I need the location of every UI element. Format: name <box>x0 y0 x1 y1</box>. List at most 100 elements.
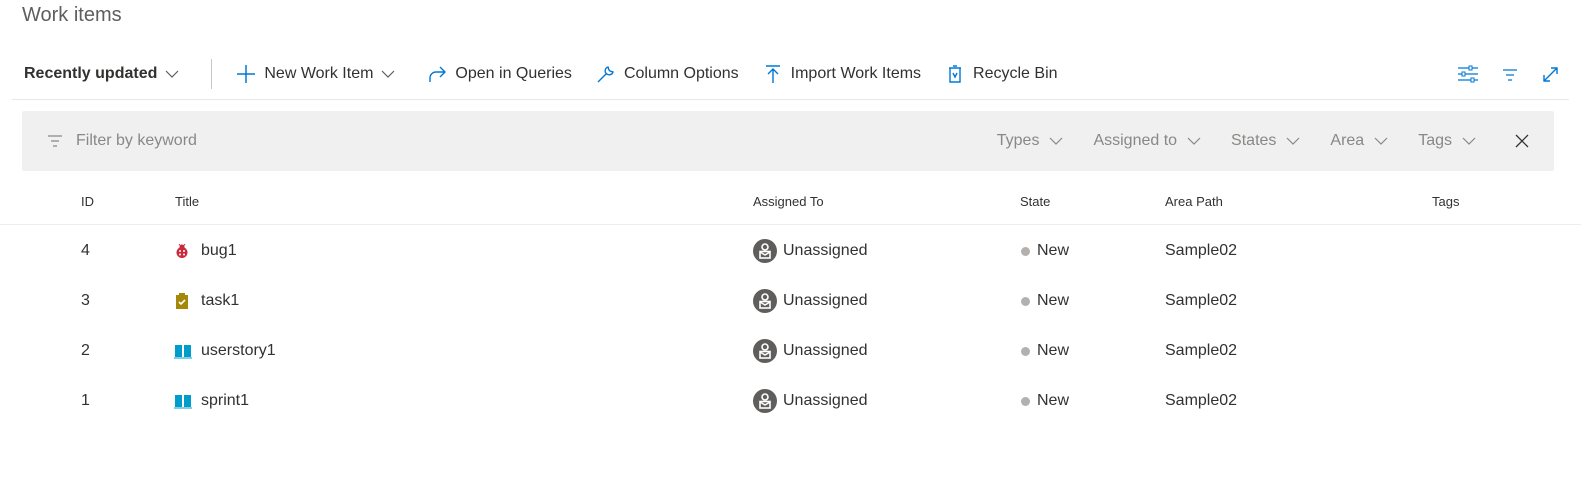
bug-icon <box>176 243 188 258</box>
recycle-bin-button[interactable]: Recycle Bin <box>933 56 1069 92</box>
row-id: 1 <box>81 392 90 409</box>
chevron-down-icon <box>165 70 179 78</box>
view-selector[interactable]: Recently updated <box>12 56 199 92</box>
state-dot-icon <box>1021 296 1030 306</box>
column-header-id[interactable]: ID <box>81 194 94 209</box>
table-row[interactable]: 2 userstory1 Unassigned New Sample02 <box>0 326 1581 376</box>
row-state: New <box>1021 242 1069 260</box>
user-story-icon <box>174 345 192 359</box>
page-title: Work items <box>22 4 122 26</box>
row-title-link[interactable]: sprint1 <box>174 392 249 410</box>
row-state: New <box>1021 392 1069 410</box>
row-id: 3 <box>81 292 90 309</box>
column-header-title[interactable]: Title <box>175 194 199 209</box>
row-id: 2 <box>81 342 90 359</box>
row-assigned-to: Unassigned <box>753 339 868 363</box>
unassigned-avatar-icon <box>753 289 777 313</box>
chevron-down-icon <box>381 70 395 78</box>
chevron-down-icon <box>1286 137 1300 145</box>
column-options-button[interactable]: Column Options <box>584 56 751 92</box>
row-state: New <box>1021 292 1069 310</box>
column-header-area-path[interactable]: Area Path <box>1165 194 1223 209</box>
new-work-item-label: New Work Item <box>264 64 374 82</box>
row-title: userstory1 <box>201 342 276 359</box>
column-header-state[interactable]: State <box>1020 194 1050 209</box>
row-title-link[interactable]: userstory1 <box>174 342 276 360</box>
filter-placeholder: Filter by keyword <box>76 132 197 149</box>
upload-icon <box>765 64 780 83</box>
unassigned-avatar-icon <box>753 239 777 263</box>
view-label: Recently updated <box>24 64 158 82</box>
divider <box>211 58 213 89</box>
open-in-queries-button[interactable]: Open in Queries <box>415 56 584 92</box>
chevron-down-icon <box>1187 137 1201 145</box>
filter-icon <box>48 135 62 147</box>
row-title: bug1 <box>201 242 237 259</box>
column-options-label: Column Options <box>623 64 739 82</box>
row-area-path: Sample02 <box>1165 342 1238 359</box>
state-dot-icon <box>1021 246 1030 256</box>
close-icon[interactable] <box>1514 133 1530 149</box>
import-work-items-button[interactable]: Import Work Items <box>751 56 933 92</box>
column-header-tags[interactable]: Tags <box>1432 194 1459 209</box>
row-title: task1 <box>201 292 240 309</box>
table-header: ID Title Assigned To State Area Path Tag… <box>0 180 1581 225</box>
state-dot-icon <box>1021 396 1030 406</box>
state-text: New <box>1037 342 1070 359</box>
wrench-icon <box>597 65 614 82</box>
row-id: 4 <box>81 242 90 259</box>
row-area-path: Sample02 <box>1165 292 1238 309</box>
row-state: New <box>1021 342 1069 360</box>
expand-icon[interactable] <box>1541 64 1559 84</box>
state-text: New <box>1037 392 1070 409</box>
state-dot-icon <box>1021 346 1030 356</box>
view-options-icon[interactable] <box>1457 64 1479 84</box>
row-area-path: Sample02 <box>1165 392 1238 409</box>
assigned-to-text: Unassigned <box>783 342 868 359</box>
state-text: New <box>1037 242 1070 259</box>
assigned-to-label: Assigned to <box>1093 132 1178 149</box>
redirect-arrow-icon <box>429 66 447 82</box>
types-label: Types <box>996 132 1040 149</box>
assigned-to-text: Unassigned <box>783 392 868 409</box>
tags-filter-dropdown[interactable]: Tags <box>1418 132 1476 150</box>
keyword-filter-input[interactable]: Filter by keyword <box>46 132 197 150</box>
user-story-icon <box>174 395 192 409</box>
open-in-queries-label: Open in Queries <box>455 64 572 82</box>
types-filter-dropdown[interactable]: Types <box>997 132 1064 150</box>
chevron-down-icon <box>1374 137 1388 145</box>
assigned-to-filter-dropdown[interactable]: Assigned to <box>1093 132 1201 150</box>
filter-icon[interactable] <box>1501 64 1519 84</box>
row-assigned-to: Unassigned <box>753 389 868 413</box>
new-work-item-button[interactable]: New Work Item <box>224 56 415 92</box>
area-filter-dropdown[interactable]: Area <box>1330 132 1388 150</box>
row-title-link[interactable]: task1 <box>174 292 239 310</box>
states-filter-dropdown[interactable]: States <box>1231 132 1300 150</box>
row-area-path: Sample02 <box>1165 242 1238 259</box>
row-assigned-to: Unassigned <box>753 289 868 313</box>
table-row[interactable]: 4 bug1 Unassigned New Sample02 <box>0 226 1581 276</box>
chevron-down-icon <box>1050 137 1063 145</box>
tags-label: Tags <box>1418 132 1452 149</box>
area-label: Area <box>1330 132 1365 149</box>
plus-icon <box>237 64 256 83</box>
assigned-to-text: Unassigned <box>783 292 868 309</box>
import-work-items-label: Import Work Items <box>790 64 922 82</box>
table-row[interactable]: 1 sprint1 Unassigned New Sample02 <box>0 376 1581 426</box>
task-icon <box>176 293 188 309</box>
states-label: States <box>1231 132 1277 149</box>
recycle-bin-icon <box>949 64 962 83</box>
unassigned-avatar-icon <box>753 389 777 413</box>
assigned-to-text: Unassigned <box>783 242 868 259</box>
state-text: New <box>1037 292 1070 309</box>
table-row[interactable]: 3 task1 Unassigned New Sample02 <box>0 276 1581 326</box>
row-title: sprint1 <box>201 392 250 409</box>
recycle-bin-label: Recycle Bin <box>973 64 1058 82</box>
filter-bar: Filter by keyword Types Assigned to Stat… <box>22 111 1554 171</box>
row-title-link[interactable]: bug1 <box>174 242 237 260</box>
chevron-down-icon <box>1462 137 1476 145</box>
column-header-assigned-to[interactable]: Assigned To <box>753 194 824 209</box>
toolbar: Recently updated New Work Item Open in Q… <box>12 48 1569 100</box>
unassigned-avatar-icon <box>753 339 777 363</box>
row-assigned-to: Unassigned <box>753 239 868 263</box>
